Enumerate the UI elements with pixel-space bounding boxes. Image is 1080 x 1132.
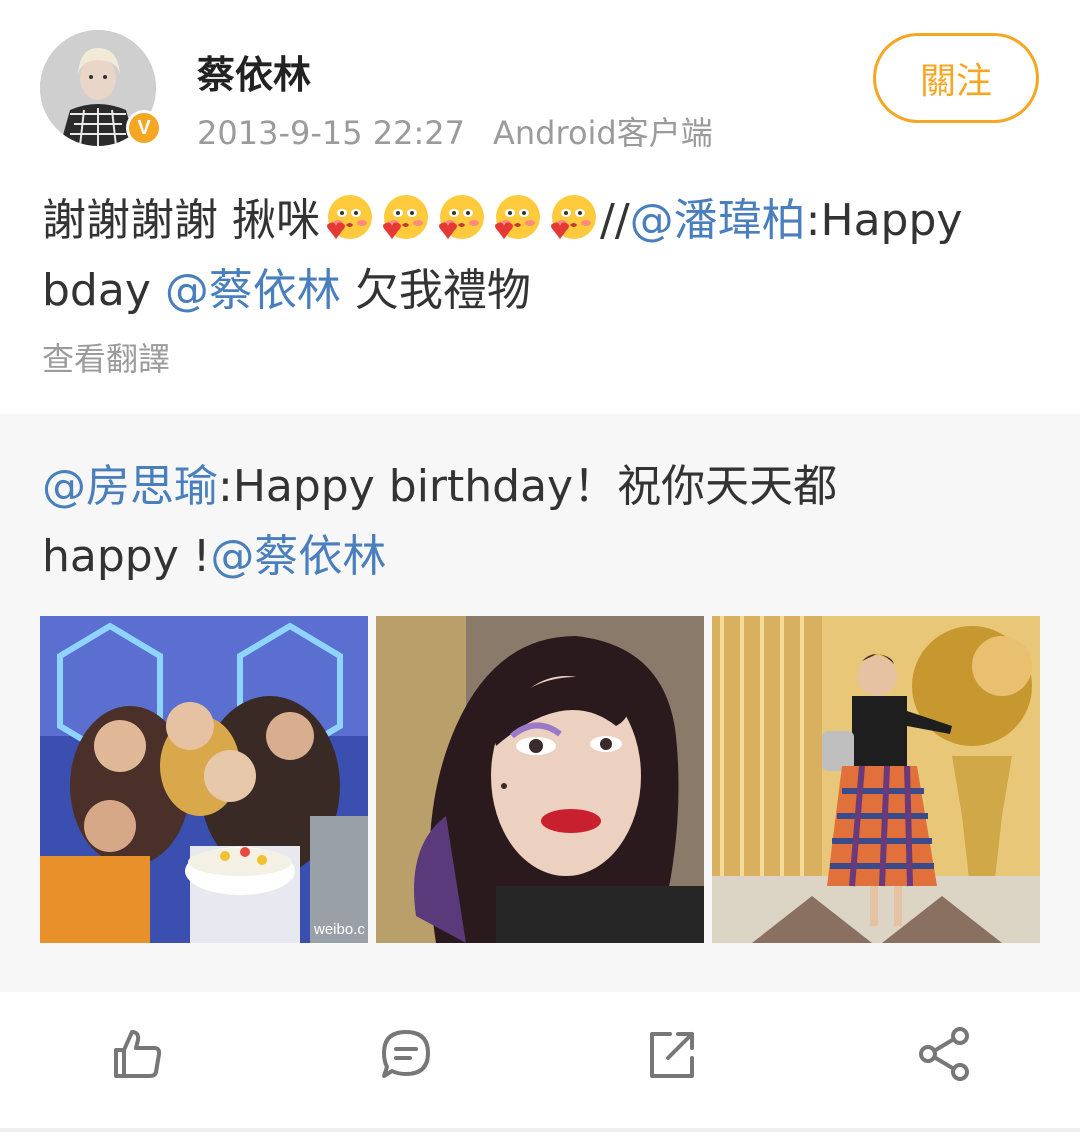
mention-link[interactable]: @蔡依林 — [165, 265, 341, 316]
translate-link[interactable]: 查看翻譯 — [42, 334, 170, 380]
photo-watermark: weibo.c — [313, 921, 365, 938]
like-icon[interactable] — [104, 1022, 168, 1086]
share-icon[interactable] — [912, 1022, 976, 1086]
post-timestamp: 2013-9-15 22:27 — [197, 114, 465, 152]
photo-thumbnail[interactable] — [376, 616, 704, 943]
mention-link[interactable]: @蔡依林 — [210, 531, 386, 582]
post-text-middle: :Happy — [805, 195, 963, 246]
kiss-heart-emoji — [320, 193, 376, 245]
emoji-group — [320, 195, 600, 246]
photo-thumbnail[interactable]: weibo.c — [40, 616, 368, 943]
photo-grid: weibo.c — [40, 616, 1040, 943]
photo-thumbnail[interactable] — [712, 616, 1040, 943]
post-text-prefix: 謝謝謝謝 揪咪 — [42, 195, 320, 246]
comment-icon[interactable] — [374, 1022, 438, 1086]
follow-button[interactable]: 關注 — [873, 33, 1039, 123]
action-bar — [0, 992, 1080, 1132]
kiss-heart-emoji — [432, 193, 488, 245]
post-meta: 2013-9-15 22:27 Android客户端 — [197, 108, 713, 154]
mention-link[interactable]: @潘瑋柏 — [630, 195, 806, 246]
repost-body: @房思瑜:Happy birthday！祝你天天都 happy !@蔡依林 — [42, 452, 1042, 592]
post-header: V 蔡依林 2013-9-15 22:27 Android客户端 關注 — [0, 0, 1080, 170]
repost-text-a: :Happy birthday！祝你天天都 — [218, 461, 838, 512]
mention-link[interactable]: @房思瑜 — [42, 461, 218, 512]
post-text-middle-2: bday — [42, 265, 165, 316]
post-body: 謝謝謝謝 揪咪 //@潘瑋柏:Happy bday @蔡依林 欠我禮物 — [42, 186, 1042, 326]
repost-separator: // — [600, 195, 630, 246]
post-text-suffix: 欠我禮物 — [340, 265, 531, 316]
post-source: Android客户端 — [493, 114, 713, 152]
kiss-heart-emoji — [544, 193, 600, 245]
repost-icon[interactable] — [640, 1022, 704, 1086]
bottom-divider — [0, 1128, 1080, 1132]
verified-badge-icon: V — [126, 110, 162, 146]
kiss-heart-emoji — [376, 193, 432, 245]
author-name[interactable]: 蔡依林 — [197, 44, 311, 99]
reposted-content[interactable]: @房思瑜:Happy birthday！祝你天天都 happy !@蔡依林 we… — [0, 414, 1080, 992]
repost-text-b: happy ! — [42, 531, 211, 582]
kiss-heart-emoji — [488, 193, 544, 245]
